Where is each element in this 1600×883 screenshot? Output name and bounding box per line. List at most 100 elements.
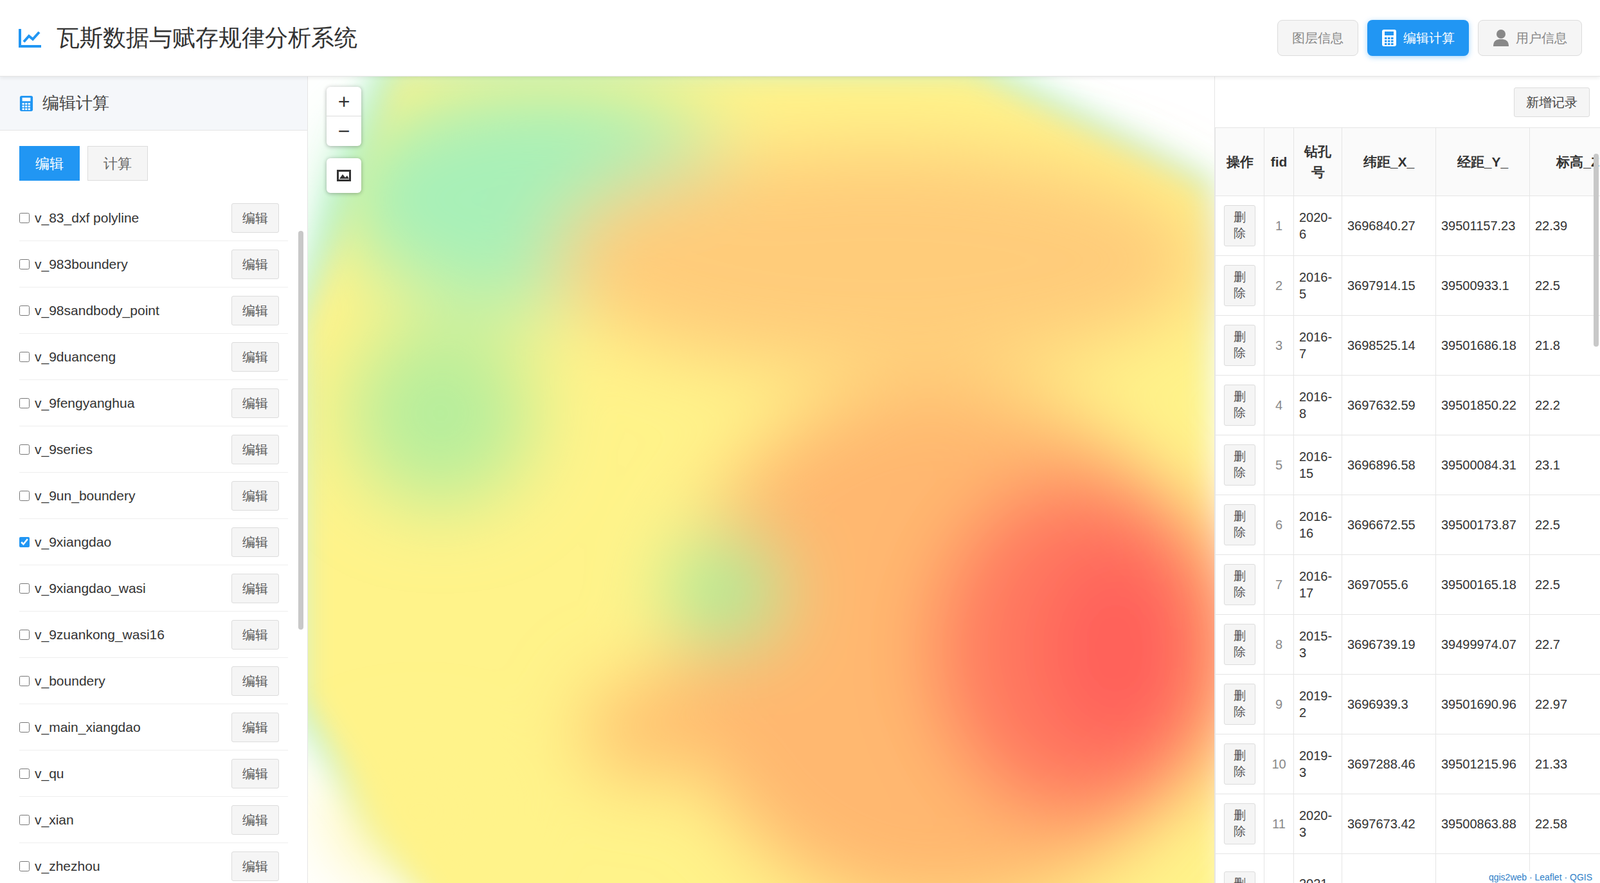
action-cell: 删除 [1215, 435, 1265, 495]
delete-button[interactable]: 删除 [1223, 205, 1256, 246]
delete-button[interactable]: 删除 [1223, 743, 1256, 784]
fid-cell [1264, 853, 1295, 883]
borehole-cell: 2016-8 [1294, 375, 1343, 436]
x-cell: 3696840.27 [1342, 196, 1437, 256]
z-cell: 22.7 [1529, 614, 1600, 675]
layer-label[interactable]: v_9series [19, 439, 93, 460]
y-cell: 39500863.88 [1436, 793, 1530, 854]
borehole-cell: 2019-2 [1294, 674, 1343, 735]
add-record-button[interactable]: 新增记录 [1513, 87, 1590, 117]
layer-edit-button[interactable]: 编辑 [231, 480, 279, 511]
action-cell: 删除 [1215, 196, 1265, 256]
layer-edit-button[interactable]: 编辑 [231, 295, 279, 326]
nav-button[interactable]: 编辑计算 [1367, 19, 1469, 56]
delete-button[interactable]: 删除 [1223, 683, 1256, 724]
layer-checkbox[interactable] [19, 768, 30, 779]
y-cell: 39500084.31 [1436, 435, 1530, 495]
layer-checkbox[interactable] [19, 675, 30, 686]
layer-checkbox[interactable] [19, 397, 30, 409]
layer-label[interactable]: v_zhezhou [19, 855, 101, 877]
layer-checkbox[interactable] [19, 629, 30, 640]
nav-button[interactable]: 图层信息 [1277, 19, 1359, 56]
layer-label[interactable]: v_9fengyanghua [19, 392, 135, 414]
layer-edit-button[interactable]: 编辑 [231, 249, 279, 279]
layer-edit-button[interactable]: 编辑 [231, 388, 279, 418]
z-cell: 22.5 [1529, 554, 1600, 615]
borehole-cell: 2016-5 [1294, 255, 1343, 316]
layer-label[interactable]: v_main_xiangdao [19, 716, 141, 738]
data-table: 操作fid钻孔号纬距_X_经距_Y_标高_Z删除12020-63696840.2… [1214, 127, 1600, 883]
action-cell: 删除 [1215, 734, 1265, 794]
y-cell: 39501690.96 [1436, 674, 1530, 735]
sidebar-scrollbar[interactable] [298, 230, 304, 630]
layer-edit-button[interactable]: 编辑 [231, 619, 279, 650]
layer-edit-button[interactable]: 编辑 [231, 665, 279, 696]
layer-label[interactable]: v_9un_boundery [19, 485, 135, 506]
action-cell: 删除 [1215, 674, 1265, 735]
delete-button[interactable]: 删除 [1223, 324, 1256, 366]
y-cell: 39501157.23 [1436, 196, 1530, 256]
table-row: 删除82015-33696739.1939499974.0722.7 [1215, 614, 1600, 675]
layer-checkbox[interactable] [19, 305, 30, 316]
x-cell: 3697288.46 [1342, 734, 1437, 794]
delete-button[interactable]: 删除 [1223, 623, 1256, 665]
layer-edit-button[interactable]: 编辑 [231, 758, 279, 789]
layer-label[interactable]: v_qu [19, 763, 65, 784]
layer-checkbox[interactable] [19, 721, 30, 733]
layer-label[interactable]: v_9xiangdao [19, 531, 112, 553]
layer-checkbox[interactable] [19, 259, 30, 270]
y-cell: 39501215.96 [1436, 734, 1530, 794]
delete-button[interactable]: 删除 [1223, 802, 1256, 844]
sidebar-tab[interactable]: 编辑 [19, 145, 80, 181]
layer-label[interactable]: v_boundery [19, 670, 106, 692]
layer-row: v_zhezhou 编辑 [19, 842, 288, 883]
layer-edit-button[interactable]: 编辑 [231, 203, 279, 233]
layer-checkbox[interactable] [19, 490, 30, 501]
layer-label[interactable]: v_83_dxf polyline [19, 207, 139, 229]
layer-checkbox[interactable] [19, 351, 30, 362]
layer-edit-button[interactable]: 编辑 [231, 712, 279, 742]
layer-switch-button[interactable] [326, 158, 362, 193]
layer-row: v_9duanceng 编辑 [19, 333, 288, 380]
nav-button[interactable]: 用户信息 [1477, 19, 1583, 56]
layer-edit-button[interactable]: 编辑 [231, 851, 279, 881]
delete-button[interactable]: 删除 [1223, 264, 1256, 306]
layer-label[interactable]: v_9xiangdao_wasi [19, 577, 146, 599]
layer-checkbox[interactable] [19, 583, 30, 594]
delete-button[interactable]: 删除 [1223, 503, 1256, 545]
fid-cell: 1 [1264, 196, 1295, 256]
layer-edit-button[interactable]: 编辑 [231, 804, 279, 835]
layer-checkbox[interactable] [19, 212, 30, 224]
table-scrollbar[interactable] [1593, 153, 1599, 347]
layer-edit-button[interactable]: 编辑 [231, 434, 279, 465]
layer-edit-button[interactable]: 编辑 [231, 527, 279, 557]
x-cell: 3696939.3 [1342, 674, 1437, 735]
layer-checkbox[interactable] [19, 444, 30, 455]
layer-checkbox[interactable] [19, 536, 30, 548]
header: 瓦斯数据与赋存规律分析系统图层信息编辑计算用户信息 [0, 0, 1600, 77]
sidebar-tab[interactable]: 计算 [87, 145, 148, 181]
zoom-in-button[interactable]: + [326, 86, 362, 117]
delete-button[interactable]: 删除 [1223, 384, 1256, 425]
zoom-out-button[interactable]: − [326, 116, 362, 146]
layer-edit-button[interactable]: 编辑 [231, 573, 279, 603]
layer-label[interactable]: v_98sandbody_point [19, 300, 160, 321]
fid-cell: 11 [1264, 793, 1295, 854]
layer-label[interactable]: v_9duanceng [19, 346, 116, 368]
layer-label[interactable]: v_9zuankong_wasi16 [19, 624, 165, 645]
z-cell: 22.97 [1529, 674, 1600, 735]
layer-checkbox[interactable] [19, 814, 30, 825]
layer-row: v_9xiangdao_wasi 编辑 [19, 565, 288, 612]
delete-button[interactable]: 删除 [1223, 563, 1256, 605]
layer-label[interactable]: v_xian [19, 809, 74, 830]
layer-label[interactable]: v_983boundery [19, 253, 128, 275]
fid-cell: 2 [1264, 255, 1295, 316]
layer-checkbox[interactable] [19, 860, 30, 872]
layer-edit-button[interactable]: 编辑 [231, 341, 279, 372]
borehole-cell: 2016-7 [1294, 315, 1343, 376]
delete-button[interactable]: 删除 [1223, 444, 1256, 485]
delete-button[interactable]: 删 [1223, 871, 1256, 883]
layer-row: v_xian 编辑 [19, 796, 288, 843]
column-header: 经距_Y_ [1436, 127, 1530, 197]
action-cell: 删除 [1215, 554, 1265, 615]
